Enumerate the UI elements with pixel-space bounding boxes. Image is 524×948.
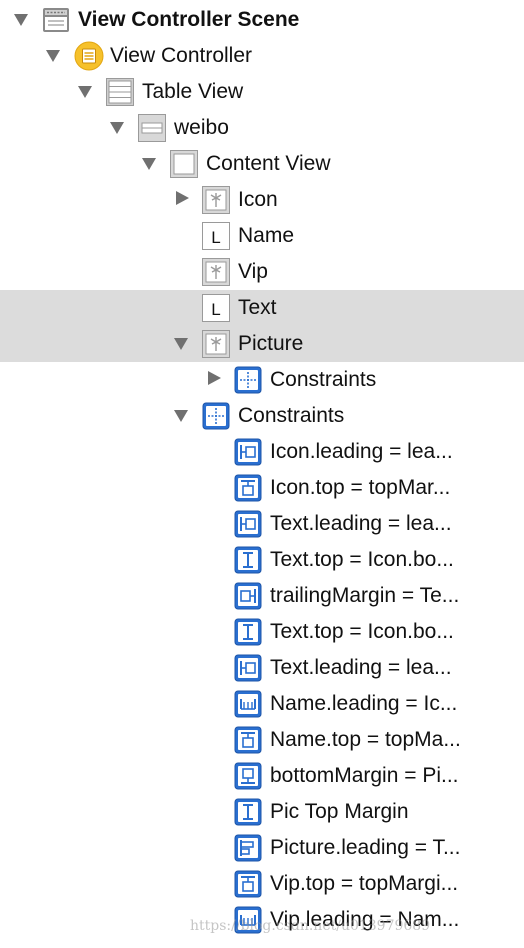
- outline-row[interactable]: Content View: [0, 146, 524, 182]
- outline-row[interactable]: Picture.leading = T...: [0, 830, 524, 866]
- watermark: https://blog.csdn.net/u013979689: [190, 918, 431, 934]
- table-view-icon: [106, 78, 134, 106]
- top-constraint-icon: [234, 474, 262, 502]
- outline-row[interactable]: L Text: [0, 290, 524, 326]
- outline-row[interactable]: Pic Top Margin: [0, 794, 524, 830]
- outline-row[interactable]: Vip: [0, 254, 524, 290]
- top-constraint-icon: [234, 870, 262, 898]
- scene-icon: [42, 6, 70, 34]
- disclosure-open-icon[interactable]: [46, 50, 60, 62]
- disclosure-open-icon[interactable]: [142, 158, 156, 170]
- outline-row[interactable]: Icon.top = topMar...: [0, 470, 524, 506]
- label-icon: L: [202, 294, 230, 322]
- outline-row[interactable]: L Name: [0, 218, 524, 254]
- outline-label: bottomMargin = Pi...: [270, 764, 459, 787]
- outline-label: Name: [238, 224, 295, 247]
- disclosure-open-icon[interactable]: [174, 410, 188, 422]
- bottom-constraint-icon: [234, 762, 262, 790]
- outline-row[interactable]: bottomMargin = Pi...: [0, 758, 524, 794]
- constraints-icon: [234, 366, 262, 394]
- outline-row[interactable]: Vip.top = topMargi...: [0, 866, 524, 902]
- leading-constraint-icon: [234, 510, 262, 538]
- outline-label: Table View: [142, 80, 244, 103]
- outline-row[interactable]: Constraints: [0, 398, 524, 434]
- image-view-icon: [202, 186, 230, 214]
- outline-label: Pic Top Margin: [270, 800, 409, 823]
- svg-text:L: L: [211, 300, 220, 319]
- top-constraint-icon: [234, 726, 262, 754]
- outline-label: trailingMargin = Te...: [270, 584, 460, 607]
- disclosure-closed-icon[interactable]: [208, 371, 221, 385]
- outline-label: Content View: [206, 152, 331, 175]
- outline-row[interactable]: Text.leading = lea...: [0, 650, 524, 686]
- outline-label: Picture: [238, 332, 304, 355]
- outline-row[interactable]: View Controller: [0, 38, 524, 74]
- outline-row[interactable]: weibo: [0, 110, 524, 146]
- image-view-icon: [202, 258, 230, 286]
- outline-row[interactable]: trailingMargin = Te...: [0, 578, 524, 614]
- constraints-icon: [202, 402, 230, 430]
- outline-row[interactable]: Picture: [0, 326, 524, 362]
- leading-constraint-icon: [234, 654, 262, 682]
- outline-row[interactable]: Name.leading = Ic...: [0, 686, 524, 722]
- outline-label: weibo: [174, 116, 229, 139]
- outline-label: Name.leading = Ic...: [270, 692, 458, 715]
- horizontal-spacing-icon: [234, 690, 262, 718]
- image-view-icon: [202, 330, 230, 358]
- outline-label: Icon.top = topMar...: [270, 476, 451, 499]
- disclosure-open-icon[interactable]: [78, 86, 92, 98]
- outline-label: Text.leading = lea...: [270, 656, 452, 679]
- disclosure-closed-icon[interactable]: [176, 191, 189, 205]
- disclosure-open-icon[interactable]: [174, 338, 188, 350]
- outline-row[interactable]: Icon.leading = lea...: [0, 434, 524, 470]
- outline-label: Constraints: [270, 368, 377, 391]
- outline-label: Text.top = Icon.bo...: [270, 620, 454, 643]
- leading-constraint-icon: [234, 438, 262, 466]
- outline-label: Vip: [238, 260, 268, 283]
- outline-label: Picture.leading = T...: [270, 836, 461, 859]
- content-view-icon: [170, 150, 198, 178]
- outline-row[interactable]: Icon: [0, 182, 524, 218]
- trailing-constraint-icon: [234, 582, 262, 610]
- outline-row[interactable]: Text.leading = lea...: [0, 506, 524, 542]
- view-controller-icon: [74, 41, 104, 71]
- outline-label: Vip.top = topMargi...: [270, 872, 459, 895]
- vertical-spacing-icon: [234, 618, 262, 646]
- outline-row[interactable]: Name.top = topMa...: [0, 722, 524, 758]
- outline-row[interactable]: Constraints: [0, 362, 524, 398]
- outline-label: Constraints: [238, 404, 345, 427]
- outline-label: Text.leading = lea...: [270, 512, 452, 535]
- outline-label: Text.top = Icon.bo...: [270, 548, 454, 571]
- svg-text:L: L: [211, 228, 220, 247]
- disclosure-open-icon[interactable]: [110, 122, 124, 134]
- outline-row[interactable]: Table View: [0, 74, 524, 110]
- label-icon: L: [202, 222, 230, 250]
- vertical-spacing-icon: [234, 798, 262, 826]
- outline-label: View Controller Scene: [78, 8, 300, 31]
- outline-label: Text: [238, 296, 277, 319]
- outline-label: View Controller: [110, 44, 253, 67]
- outline-row[interactable]: Text.top = Icon.bo...: [0, 542, 524, 578]
- vertical-spacing-icon: [234, 546, 262, 574]
- leading-align-icon: [234, 834, 262, 862]
- outline-label: Name.top = topMa...: [270, 728, 461, 751]
- outline-row[interactable]: Text.top = Icon.bo...: [0, 614, 524, 650]
- outline-label: Icon.leading = lea...: [270, 440, 453, 463]
- outline-row[interactable]: View Controller Scene: [0, 2, 524, 38]
- disclosure-open-icon[interactable]: [14, 14, 28, 26]
- table-cell-icon: [138, 114, 166, 142]
- outline-label: Icon: [238, 188, 278, 211]
